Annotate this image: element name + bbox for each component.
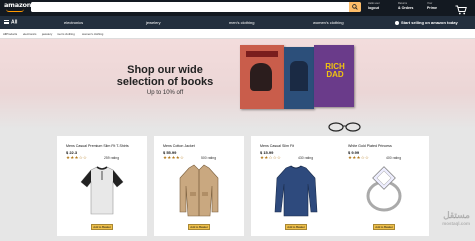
prime-link[interactable]: Your Prime — [427, 2, 437, 10]
start-selling-link[interactable]: Start selling on amazon today — [395, 20, 458, 25]
promo-icon — [395, 20, 399, 25]
glasses-image — [328, 122, 361, 132]
star-rating-icon: ★★★☆☆ — [66, 155, 88, 160]
add-to-basket-button[interactable]: Add to Basket — [91, 224, 113, 230]
add-to-basket-button[interactable]: Add to Basket — [373, 224, 395, 230]
hamburger-icon — [4, 19, 9, 25]
hero-subline: Up to 10% off — [146, 90, 184, 96]
breadcrumb-electronics[interactable]: electronics — [23, 32, 36, 36]
search-icon — [352, 4, 358, 10]
rating-count: 500 rating — [201, 156, 217, 160]
product-card: White Gold Plated Princess $ 9.99 ★★★☆☆ … — [339, 136, 429, 236]
all-menu-button[interactable]: All — [4, 19, 17, 25]
product-card: Mens Cotton Jacket $ 55.99 ★★★★☆ 500 rat… — [154, 136, 244, 236]
hero-banner[interactable]: Shop our wide selection of books Up to 1… — [0, 39, 475, 129]
nav-jewelery[interactable]: jewelery — [146, 20, 161, 25]
all-label: All — [11, 19, 18, 26]
rich-dad-title: RICH DAD — [325, 62, 345, 79]
product-title[interactable]: Mens Casual Premium Slim Fit T-Shirts — [66, 144, 144, 148]
top-header: amazon Hello user logout Returns & Order… — [0, 0, 475, 16]
breadcrumb-womens-clothing[interactable]: women's clothing — [82, 32, 103, 36]
prime-label: Prime — [427, 6, 437, 11]
nav-electronics[interactable]: electronics — [64, 20, 83, 25]
orders-link[interactable]: Returns & Orders — [398, 2, 413, 10]
account-link[interactable]: Hello user logout — [368, 2, 380, 10]
long-sleeve-shirt-image — [274, 165, 318, 217]
search-button[interactable] — [349, 2, 361, 12]
category-navbar: All electronics jewelery men's clothing … — [0, 16, 475, 29]
product-card: Mens Casual Premium Slim Fit T-Shirts $ … — [57, 136, 147, 236]
jacket-image — [179, 164, 219, 217]
ring-image — [366, 166, 402, 212]
breadcrumb: AllProducts electronics jewelery men's c… — [0, 29, 475, 39]
rating-count: 400 rating — [386, 156, 402, 160]
product-title[interactable]: White Gold Plated Princess — [348, 144, 426, 148]
add-to-basket-button[interactable]: Add to Basket — [285, 224, 307, 230]
product-title[interactable]: Mens Cotton Jacket — [163, 144, 241, 148]
nav-womens-clothing[interactable]: women's clothing — [313, 20, 344, 25]
logout-label: logout — [368, 6, 379, 11]
watermark-sub: mostaql.com — [442, 221, 470, 226]
nav-mens-clothing[interactable]: men's clothing — [229, 20, 254, 25]
star-rating-icon: ★★★★☆ — [163, 155, 185, 160]
add-to-basket-button[interactable]: Add to Basket — [188, 224, 210, 230]
breadcrumb-mens-clothing[interactable]: men's clothing — [57, 32, 75, 36]
amazon-logo[interactable]: amazon — [4, 1, 31, 9]
orders-label: & Orders — [398, 6, 414, 11]
star-rating-icon: ★★☆☆☆ — [260, 155, 282, 160]
rich-dad-book-image: RICH DAD — [314, 45, 354, 107]
search-input[interactable] — [31, 2, 349, 12]
promo-label: Start selling on amazon today — [401, 20, 458, 25]
product-card: Mens Casual Slim Fit $ 15.99 ★★☆☆☆ 430 r… — [251, 136, 341, 236]
breadcrumb-all-products[interactable]: AllProducts — [3, 32, 17, 36]
star-rating-icon: ★★★☆☆ — [348, 155, 370, 160]
tshirt-image — [80, 166, 124, 215]
breadcrumb-jewelery[interactable]: jewelery — [42, 32, 52, 36]
cart-icon — [455, 5, 467, 15]
book-cover-image — [240, 45, 284, 109]
watermark: مستقل mostaql.com — [420, 210, 470, 226]
search-bar — [31, 2, 361, 12]
watermark-main: مستقل — [443, 210, 470, 220]
rating-count: 430 rating — [298, 156, 314, 160]
rating-count: 259 rating — [104, 156, 120, 160]
hero-headline: Shop our wide selection of books — [116, 64, 214, 88]
book-cover-image — [284, 47, 314, 109]
amazon-logo-smile — [6, 9, 24, 12]
product-title[interactable]: Mens Casual Slim Fit — [260, 144, 338, 148]
